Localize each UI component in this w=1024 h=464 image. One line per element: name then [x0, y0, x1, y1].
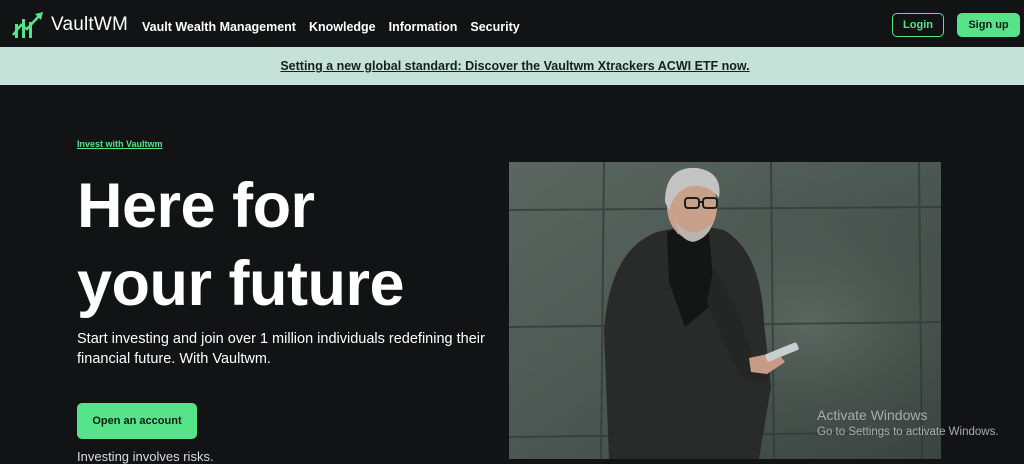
signup-button[interactable]: Sign up [957, 13, 1020, 37]
login-button[interactable]: Login [892, 13, 944, 37]
nav-item-knowledge[interactable]: Knowledge [309, 20, 376, 34]
open-account-button[interactable]: Open an account [77, 403, 197, 439]
nav-item-security[interactable]: Security [470, 20, 519, 34]
invest-eyebrow-link[interactable]: Invest with Vaultwm [77, 139, 163, 149]
top-navigation-bar: VaultWM Vault Wealth Management Knowledg… [0, 0, 1024, 48]
hero-title-line-2: your future [77, 249, 405, 319]
risk-disclaimer: Investing involves risks. [77, 449, 214, 464]
windows-activation-watermark: Activate Windows Go to Settings to activ… [817, 406, 999, 440]
hero-title: Here for your future [77, 167, 405, 323]
brand-name: VaultWM [51, 14, 129, 35]
announcement-banner: Setting a new global standard: Discover … [0, 47, 1024, 85]
brand-logo[interactable]: VaultWM [12, 10, 128, 40]
chart-logo-icon [12, 10, 44, 40]
main-nav: Vault Wealth Management Knowledge Inform… [142, 20, 533, 34]
watermark-subtitle: Go to Settings to activate Windows. [817, 426, 999, 438]
hero-subtitle: Start investing and join over 1 million … [77, 331, 485, 367]
nav-item-information[interactable]: Information [389, 20, 458, 34]
announcement-link[interactable]: Setting a new global standard: Discover … [280, 59, 749, 73]
nav-item-vault-wealth-management[interactable]: Vault Wealth Management [142, 20, 296, 34]
watermark-title: Activate Windows [817, 407, 928, 423]
hero-title-line-1: Here for [77, 171, 315, 241]
